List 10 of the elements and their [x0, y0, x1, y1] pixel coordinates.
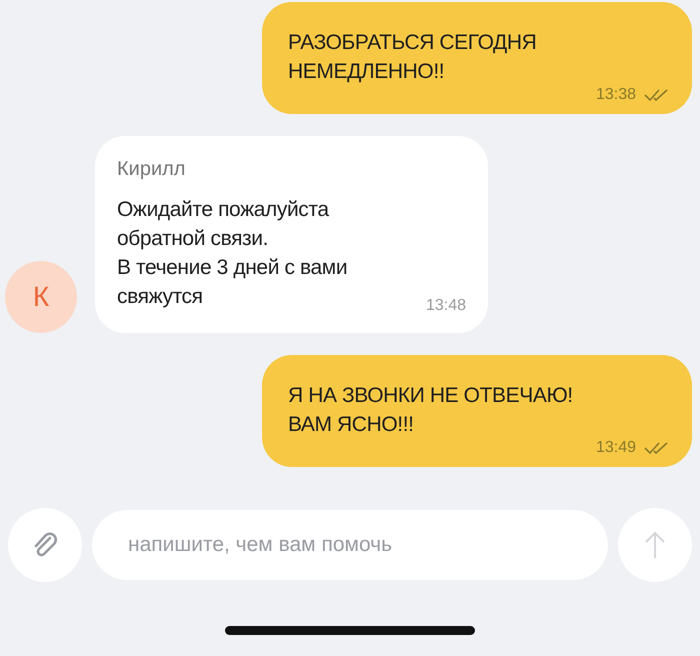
sender-name: Кирилл	[117, 158, 186, 181]
avatar-letter: К	[32, 281, 50, 313]
message-text: Ожидайте пожалуйста обратной связи. В течение 3 дней с вами свяжутся	[117, 197, 348, 310]
message-time: 13:49	[596, 439, 636, 457]
message-text: Я НА ЗВОНКИ НЕ ОТВЕЧАЮ! ВАМ ЯСНО!!!	[288, 383, 573, 438]
message-time: 13:38	[596, 86, 636, 104]
message-input[interactable]: напишите, чем вам помочь	[92, 510, 608, 580]
arrow-up-icon	[644, 530, 666, 560]
message-text: РАЗОБРАТЬСЯ СЕГОДНЯ НЕМЕДЛЕННО!!	[288, 30, 536, 85]
message-time: 13:48	[426, 297, 466, 315]
